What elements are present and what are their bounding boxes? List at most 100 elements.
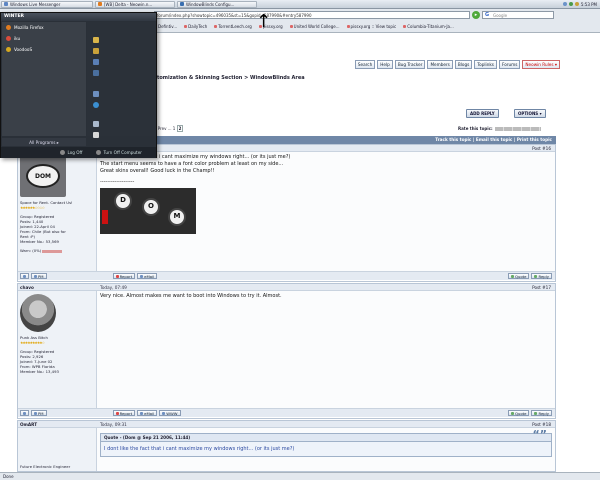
post-time: Today, 09:31	[100, 421, 127, 427]
start-place-item[interactable]	[87, 67, 156, 78]
all-programs-button[interactable]: All Programs ▸	[2, 138, 86, 146]
quote-block: Quote - (Dom @ Sep 21 2006, 11:44) “” I d…	[100, 428, 552, 457]
address-bar[interactable]: forum/index.php?showtopic=496035&st=15&g…	[154, 11, 470, 19]
post-author[interactable]: OmART	[18, 422, 97, 427]
bookmark-item[interactable]: Columbia-Titanium-Ja...	[403, 24, 454, 29]
system-tray: 5:53 PM	[560, 0, 600, 9]
turn-off-button[interactable]: Turn Off Computer	[96, 150, 142, 155]
pager-prev[interactable]: « Prev ... 1	[154, 126, 175, 131]
rating-bar[interactable]	[494, 126, 541, 131]
post-number[interactable]: Post #18	[532, 422, 555, 427]
taskbar-item-windowblinds[interactable]: WindowBlinds Configu...	[177, 0, 257, 8]
report-icon	[115, 411, 119, 415]
pm-button[interactable]: PM	[31, 273, 47, 279]
www-button[interactable]: WWW	[159, 410, 181, 416]
post-body: I dont like the fact that i cant maximiz…	[97, 152, 555, 271]
reply-icon	[534, 411, 538, 415]
start-item-voodoos[interactable]: VoodooS	[2, 44, 86, 55]
quote-button[interactable]: Quote	[507, 410, 530, 416]
quote-header: Quote - (Dom @ Sep 21 2006, 11:44) “”	[101, 428, 551, 442]
start-place-item[interactable]	[87, 118, 156, 129]
report-button[interactable]: Report	[112, 410, 136, 416]
email-icon	[140, 274, 144, 278]
bookmark-item[interactable]: pissxy.org :: View topic	[346, 24, 396, 29]
start-menu-places	[87, 22, 156, 138]
start-place-item[interactable]	[87, 129, 156, 140]
quote-mark-icon: “”	[532, 428, 547, 441]
avatar: DOM	[20, 155, 66, 197]
post-footer: PM Report eMail Quote Reply	[18, 271, 555, 280]
windowblinds-icon	[180, 2, 184, 6]
author-sidebar: DOM Space for Rent. Contact Us! ★★★★★★☆☆…	[18, 152, 97, 271]
bookmark-item[interactable]: DailyTech	[184, 24, 207, 29]
firefox-icon	[6, 25, 11, 30]
report-icon	[115, 274, 119, 278]
nav-forums[interactable]: Forums	[498, 60, 521, 69]
taskbar-item-messenger[interactable]: Windows Live Messenger	[1, 0, 93, 8]
reply-button[interactable]: Reply	[531, 273, 552, 279]
options-button[interactable]: OPTIONS ▾	[514, 109, 546, 118]
post-number[interactable]: Post #16	[532, 146, 555, 151]
search-input[interactable]: G Google	[482, 11, 554, 19]
start-place-item[interactable]	[87, 45, 156, 56]
messenger-icon	[4, 2, 8, 6]
quote-icon	[510, 411, 514, 415]
reply-icon	[534, 274, 538, 278]
log-off-button[interactable]: Log Off	[60, 150, 82, 155]
report-button[interactable]: Report	[112, 273, 136, 279]
bookmark-icon	[289, 24, 293, 28]
post-number[interactable]: Post #17	[532, 285, 555, 290]
run-icon	[93, 131, 99, 138]
taskbar-item-neowin[interactable]: [WB] Delta - Neowin.n...	[95, 0, 175, 8]
taskbar: Windows Live Messenger [WB] Delta - Neow…	[0, 0, 600, 9]
pager-current[interactable]: 2	[176, 125, 184, 132]
nav-neowin-rules[interactable]: Neowin Rules ▾	[522, 60, 560, 69]
start-place-item[interactable]	[87, 56, 156, 67]
post: OmART Today, 09:31 Post #18 Future Elect…	[17, 420, 556, 472]
nav-help[interactable]: Help	[377, 60, 393, 69]
start-item-firefox[interactable]: Mozilla Firefox	[2, 22, 86, 33]
quote-icon	[510, 274, 514, 278]
post-footer: PM Report eMail WWW Quote Reply	[18, 408, 555, 417]
avatar	[20, 294, 56, 332]
nav-blogs[interactable]: Blogs	[454, 60, 473, 69]
nav-members[interactable]: Members	[427, 60, 453, 69]
profile-button[interactable]	[20, 410, 29, 416]
iku-icon	[6, 36, 11, 41]
network-icon	[93, 69, 99, 76]
nav-bug-tracker[interactable]: Bug Tracker	[394, 60, 426, 69]
start-menu-footer: Log Off Turn Off Computer	[1, 147, 156, 158]
log-off-icon	[60, 150, 66, 155]
email-icon	[140, 411, 144, 415]
profile-button[interactable]	[20, 273, 29, 279]
email-button[interactable]: eMail	[137, 410, 158, 416]
control-panel-icon	[93, 90, 99, 97]
google-icon: G	[485, 12, 490, 18]
breadcrumb[interactable]: stomization & Skinning Section > WindowB…	[154, 75, 305, 81]
reply-button[interactable]: Reply	[531, 410, 552, 416]
tray-icon[interactable]	[568, 2, 573, 6]
go-button[interactable]: ▸	[472, 11, 480, 19]
author-sidebar: Future Electronic Engineer	[18, 428, 97, 471]
bookmark-icon	[184, 24, 188, 28]
warn-bar	[42, 249, 63, 253]
email-button[interactable]: eMail	[137, 273, 158, 279]
bookmark-item[interactable]: TorrentLeech.org	[214, 24, 252, 29]
author-sidebar: Punk Ass Bitch ★★★★★★★★★☆ Group: Registe…	[18, 291, 97, 408]
bookmark-item[interactable]: Defintiv...	[154, 24, 177, 29]
add-reply-button[interactable]: ADD REPLY	[466, 109, 499, 118]
post: chavo Today, 07:49 Post #17 Punk Ass Bit…	[17, 283, 556, 419]
start-place-item[interactable]	[87, 99, 156, 110]
nav-toplinks[interactable]: Toplinks	[474, 60, 497, 69]
start-item-iku[interactable]: iku	[2, 33, 86, 44]
quote-button[interactable]: Quote	[507, 273, 530, 279]
pm-button[interactable]: PM	[31, 410, 47, 416]
tray-icon[interactable]	[562, 2, 567, 6]
bookmark-item[interactable]: United World College...	[289, 24, 340, 29]
tray-icon[interactable]	[574, 2, 579, 6]
start-menu-user: WINTER	[1, 13, 156, 21]
nav-search[interactable]: Search	[354, 60, 376, 69]
post-author[interactable]: chavo	[18, 285, 97, 290]
start-place-item[interactable]	[87, 88, 156, 99]
start-place-item[interactable]	[87, 34, 156, 45]
